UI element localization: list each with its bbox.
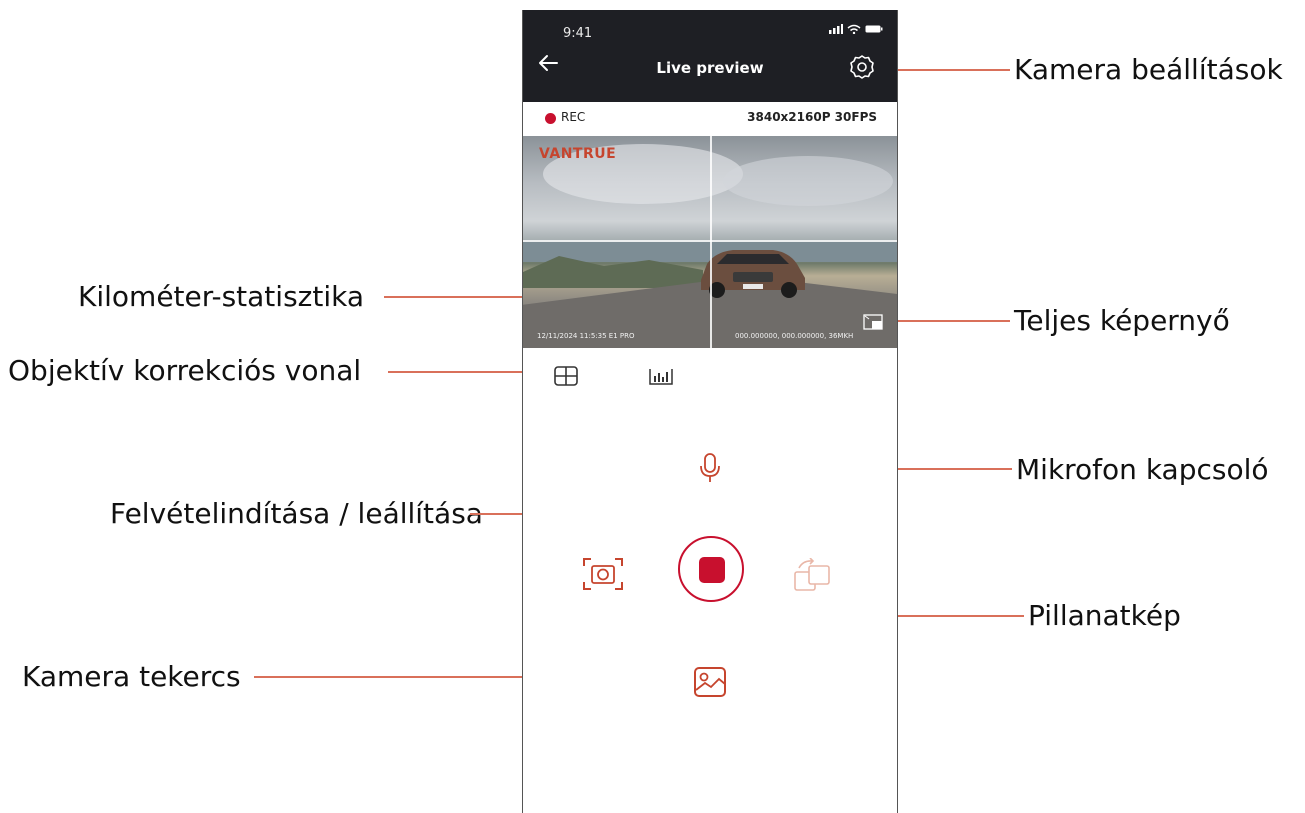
switch-camera-icon[interactable] (793, 558, 833, 592)
wifi-icon (847, 24, 861, 34)
camera-snapshot-icon[interactable] (582, 556, 624, 592)
live-video-preview[interactable]: VANTRUE 12/11/2024 11:5:35 E1 PRO 000.00… (523, 136, 897, 348)
app-header: 9:41 Live preview (523, 10, 897, 102)
annotation-mic-toggle: Mikrofon kapcsoló (1016, 453, 1269, 486)
page-title: Live preview (656, 59, 764, 77)
annotation-camera-roll: Kamera tekercs (22, 660, 241, 693)
annotation-mileage-stats: Kilométer-statisztika (78, 280, 364, 313)
video-watermark: VANTRUE (539, 146, 617, 162)
annotation-lens-correction: Objektív korrekciós vonal (8, 354, 362, 387)
record-toggle-button[interactable] (678, 536, 744, 602)
bar-chart-icon[interactable] (648, 366, 674, 386)
grid-line-horizontal (523, 240, 897, 242)
rec-label: REC (561, 110, 586, 124)
battery-icon (865, 25, 883, 33)
video-gps: 000.000000, 000.000000, 36MKH (735, 332, 854, 340)
annotation-record-toggle: Felvételindítása / leállítása (110, 497, 483, 530)
annotation-snapshot: Pillanatkép (1028, 599, 1181, 632)
annotation-camera-settings: Kamera beállítások (1014, 53, 1283, 86)
rec-indicator-dot (545, 113, 556, 124)
microphone-icon[interactable] (699, 452, 721, 484)
fullscreen-icon[interactable] (863, 314, 883, 330)
annotation-fullscreen: Teljes képernyő (1014, 304, 1230, 337)
grid-icon[interactable] (554, 366, 578, 386)
resolution-label: 3840x2160P 30FPS (747, 110, 877, 124)
gallery-icon[interactable] (693, 666, 727, 698)
video-sky-2 (723, 156, 893, 206)
phone-screen: 9:41 Live preview REC 3840x2160P 30FPS V… (522, 10, 898, 813)
leader-lens-correction (388, 371, 542, 373)
leader-fullscreen (880, 320, 1010, 322)
leader-camera-settings (882, 69, 1010, 71)
grid-line-vertical (710, 136, 712, 348)
status-time: 9:41 (563, 26, 593, 41)
status-icons (829, 24, 883, 34)
video-timestamp: 12/11/2024 11:5:35 E1 PRO (537, 332, 635, 340)
stop-record-icon (699, 557, 725, 583)
signal-icon (829, 24, 843, 34)
gear-icon[interactable] (849, 54, 875, 80)
